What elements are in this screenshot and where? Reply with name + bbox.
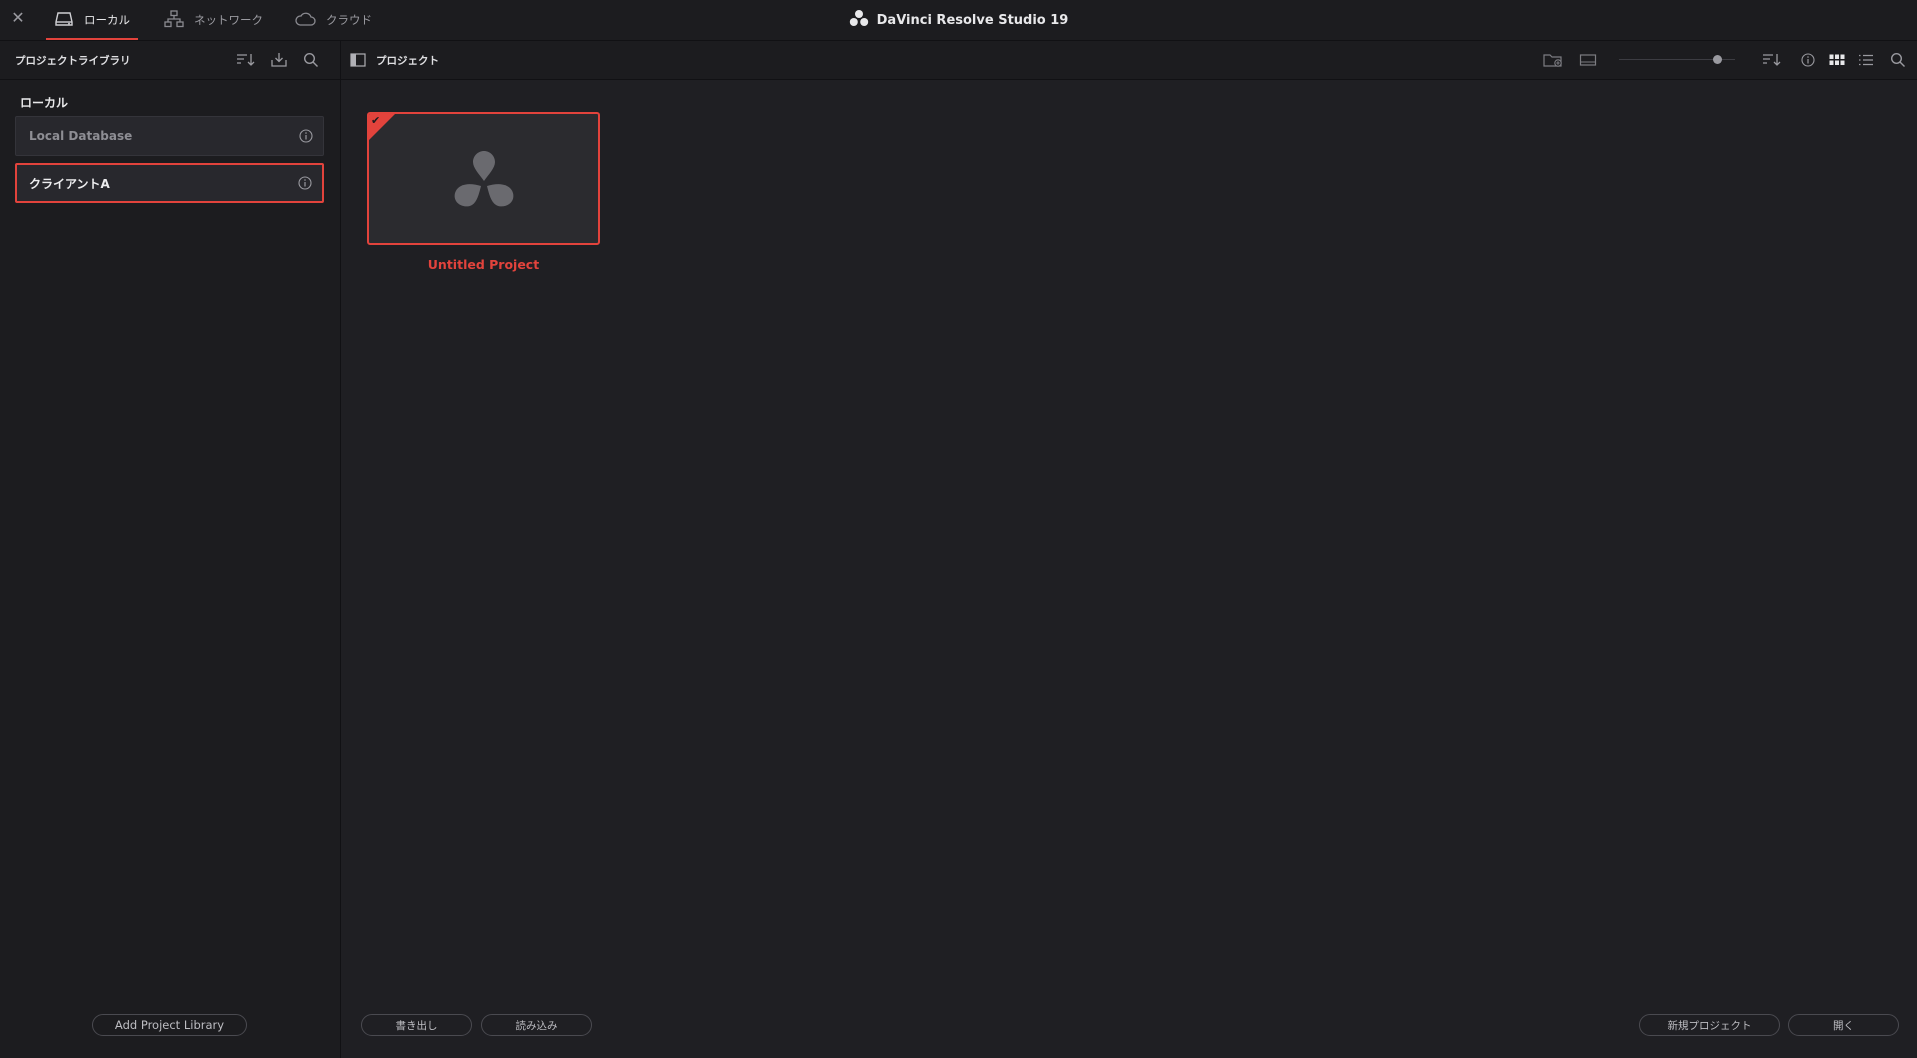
main-header: プロジェクト [341, 41, 1917, 80]
import-button[interactable]: 読み込み [481, 1014, 592, 1036]
open-button[interactable]: 開く [1788, 1014, 1899, 1036]
project-card-untitled[interactable]: ✔ [367, 112, 600, 245]
sort-icon[interactable] [235, 49, 257, 71]
section-label-local: ローカル [20, 96, 69, 110]
list-view-icon[interactable] [1855, 49, 1877, 71]
sidebar-header: プロジェクトライブラリ [0, 41, 340, 80]
library-item-client-a[interactable]: クライアントA [15, 163, 324, 203]
sidebar-title: プロジェクトライブラリ [15, 55, 131, 67]
davinci-logo-icon [449, 148, 519, 210]
library-item-label: Local Database [29, 129, 133, 143]
add-project-library-button[interactable]: Add Project Library [92, 1014, 247, 1036]
app-title-text: DaVinci Resolve Studio 19 [876, 12, 1069, 28]
zoom-slider[interactable] [1619, 55, 1735, 64]
main-title: プロジェクト [376, 55, 439, 67]
import-library-icon[interactable] [268, 49, 290, 71]
info-icon[interactable] [298, 176, 312, 190]
export-button[interactable]: 書き出し [361, 1014, 472, 1036]
grid-view-icon[interactable] [1826, 49, 1848, 71]
davinci-logo-icon [849, 9, 869, 31]
thumbnail-view-icon[interactable] [1577, 49, 1599, 71]
project-manager-main: プロジェクト ✔ Untitled Project 書き出し 読み込み 新規プロ… [341, 41, 1917, 1058]
search-icon[interactable] [1887, 49, 1909, 71]
info-icon[interactable] [1797, 49, 1819, 71]
info-icon[interactable] [299, 129, 313, 143]
app-title: DaVinci Resolve Studio 19 [0, 0, 1917, 40]
zoom-slider-thumb[interactable] [1713, 55, 1723, 64]
new-folder-icon[interactable] [1542, 49, 1564, 71]
sidebar-toggle-icon[interactable] [349, 51, 367, 69]
search-icon[interactable] [300, 49, 322, 71]
project-library-sidebar: プロジェクトライブラリ ローカル Local Database クライアントA … [0, 41, 341, 1058]
library-item-label: クライアントA [29, 176, 110, 191]
new-project-button[interactable]: 新規プロジェクト [1639, 1014, 1780, 1036]
title-bar: ✕ ローカル ネットワーク クラウド DaVinci Resolve Studi… [0, 0, 1917, 41]
checkmark-icon: ✔ [371, 114, 381, 127]
project-name[interactable]: Untitled Project [367, 257, 600, 272]
sort-icon[interactable] [1761, 49, 1783, 71]
library-item-local-database[interactable]: Local Database [15, 116, 324, 156]
